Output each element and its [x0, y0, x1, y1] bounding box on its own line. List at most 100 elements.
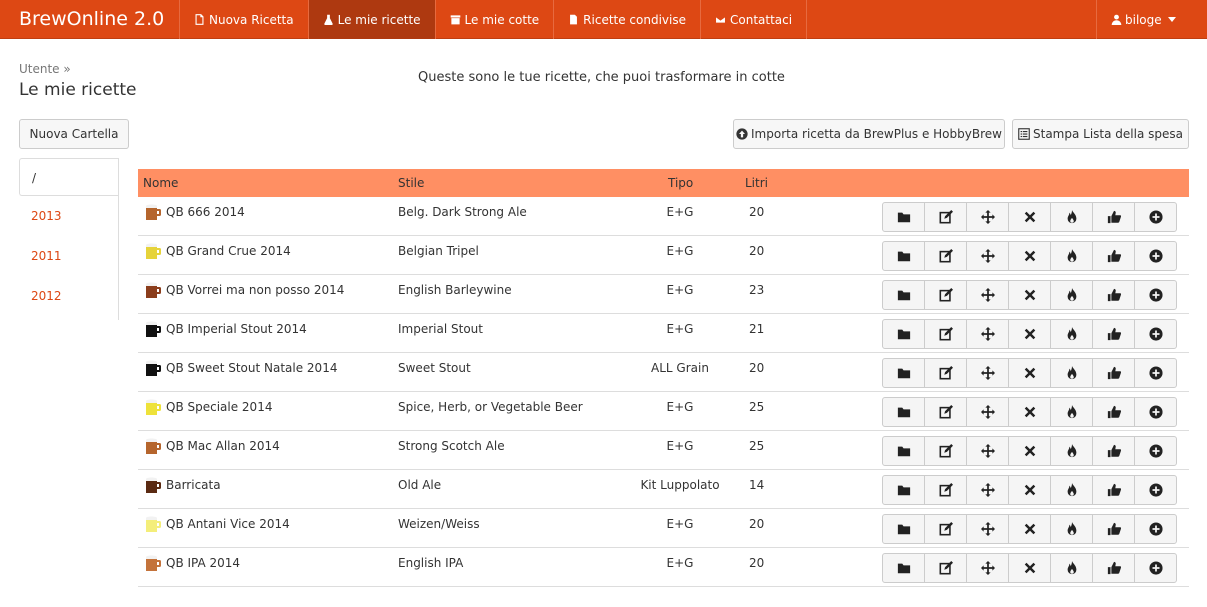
row-action-move-button[interactable] — [966, 319, 1009, 349]
new-folder-button[interactable]: Nuova Cartella — [19, 119, 129, 149]
row-action-edit-button[interactable] — [924, 553, 967, 583]
row-action-folder-button[interactable] — [882, 436, 925, 466]
row-action-delete-button[interactable] — [1008, 241, 1051, 271]
row-action-delete-button[interactable] — [1008, 280, 1051, 310]
row-action-fire-button[interactable] — [1050, 241, 1093, 271]
recipe-name-cell[interactable]: QB Antani Vice 2014 — [144, 515, 290, 533]
row-action-delete-button[interactable] — [1008, 436, 1051, 466]
breadcrumb[interactable]: Utente » — [19, 62, 71, 76]
recipe-name-cell[interactable]: QB Sweet Stout Natale 2014 — [144, 359, 337, 377]
row-action-folder-button[interactable] — [882, 241, 925, 271]
row-action-move-button[interactable] — [966, 553, 1009, 583]
row-action-edit-button[interactable] — [924, 280, 967, 310]
row-action-folder-button[interactable] — [882, 475, 925, 505]
nav-item-nuova-ricetta[interactable]: Nuova Ricetta — [179, 0, 308, 39]
recipe-name-cell[interactable]: QB Imperial Stout 2014 — [144, 320, 307, 338]
row-action-delete-button[interactable] — [1008, 358, 1051, 388]
print-shopping-list-button[interactable]: Stampa Lista della spesa — [1012, 119, 1189, 149]
brand-logo[interactable]: BrewOnline 2.0 — [19, 0, 164, 39]
recipe-name-cell[interactable]: QB 666 2014 — [144, 203, 245, 221]
row-action-thumbs-up-button[interactable] — [1092, 475, 1135, 505]
row-action-plus-circle-button[interactable] — [1134, 358, 1177, 388]
row-action-edit-button[interactable] — [924, 475, 967, 505]
row-action-edit-button[interactable] — [924, 514, 967, 544]
folder-item-2011[interactable]: 2011 — [19, 236, 118, 276]
user-menu[interactable]: biloge — [1096, 0, 1207, 39]
row-action-fire-button[interactable] — [1050, 475, 1093, 505]
row-action-thumbs-up-button[interactable] — [1092, 553, 1135, 583]
row-action-thumbs-up-button[interactable] — [1092, 280, 1135, 310]
header-liters[interactable]: Litri — [745, 176, 768, 190]
row-action-folder-button[interactable] — [882, 202, 925, 232]
row-action-move-button[interactable] — [966, 280, 1009, 310]
row-action-fire-button[interactable] — [1050, 514, 1093, 544]
row-action-thumbs-up-button[interactable] — [1092, 514, 1135, 544]
row-action-fire-button[interactable] — [1050, 280, 1093, 310]
row-action-fire-button[interactable] — [1050, 553, 1093, 583]
row-action-fire-button[interactable] — [1050, 319, 1093, 349]
recipe-name: QB Grand Crue 2014 — [166, 244, 291, 258]
row-action-delete-button[interactable] — [1008, 553, 1051, 583]
row-action-folder-button[interactable] — [882, 319, 925, 349]
row-action-edit-button[interactable] — [924, 397, 967, 427]
folder-item-2013[interactable]: 2013 — [19, 196, 118, 236]
row-action-plus-circle-button[interactable] — [1134, 397, 1177, 427]
row-action-thumbs-up-button[interactable] — [1092, 202, 1135, 232]
row-action-edit-button[interactable] — [924, 319, 967, 349]
row-action-folder-button[interactable] — [882, 358, 925, 388]
recipe-name-cell[interactable]: QB Mac Allan 2014 — [144, 437, 280, 455]
recipe-name-cell[interactable]: Barricata — [144, 476, 221, 494]
nav-item-le-mie-cotte[interactable]: Le mie cotte — [434, 0, 554, 39]
nav-item-contattaci[interactable]: Contattaci — [700, 0, 808, 39]
row-action-thumbs-up-button[interactable] — [1092, 241, 1135, 271]
row-action-plus-circle-button[interactable] — [1134, 280, 1177, 310]
row-action-fire-button[interactable] — [1050, 397, 1093, 427]
recipe-name-cell[interactable]: QB Speciale 2014 — [144, 398, 272, 416]
header-type[interactable]: Tipo — [668, 176, 693, 190]
row-action-plus-circle-button[interactable] — [1134, 241, 1177, 271]
folder-root[interactable]: / — [19, 158, 118, 196]
row-action-edit-button[interactable] — [924, 358, 967, 388]
header-name[interactable]: Nome — [143, 176, 178, 190]
row-action-move-button[interactable] — [966, 436, 1009, 466]
row-action-fire-button[interactable] — [1050, 202, 1093, 232]
header-style[interactable]: Stile — [398, 176, 424, 190]
row-action-thumbs-up-button[interactable] — [1092, 436, 1135, 466]
row-action-move-button[interactable] — [966, 397, 1009, 427]
row-action-folder-button[interactable] — [882, 280, 925, 310]
row-action-edit-button[interactable] — [924, 202, 967, 232]
import-recipe-button[interactable]: Importa ricetta da BrewPlus e HobbyBrew — [733, 119, 1005, 149]
row-action-plus-circle-button[interactable] — [1134, 319, 1177, 349]
row-action-delete-button[interactable] — [1008, 319, 1051, 349]
row-action-plus-circle-button[interactable] — [1134, 514, 1177, 544]
row-action-fire-button[interactable] — [1050, 436, 1093, 466]
nav-item-le-mie-ricette[interactable]: Le mie ricette — [307, 0, 435, 39]
row-action-thumbs-up-button[interactable] — [1092, 358, 1135, 388]
row-action-move-button[interactable] — [966, 241, 1009, 271]
nav-item-ricette-condivise[interactable]: Ricette condivise — [553, 0, 700, 39]
row-action-folder-button[interactable] — [882, 514, 925, 544]
row-action-delete-button[interactable] — [1008, 202, 1051, 232]
row-action-edit-button[interactable] — [924, 436, 967, 466]
row-action-move-button[interactable] — [966, 514, 1009, 544]
row-action-plus-circle-button[interactable] — [1134, 436, 1177, 466]
recipe-name-cell[interactable]: QB Grand Crue 2014 — [144, 242, 291, 260]
row-action-thumbs-up-button[interactable] — [1092, 319, 1135, 349]
row-action-plus-circle-button[interactable] — [1134, 553, 1177, 583]
row-action-move-button[interactable] — [966, 475, 1009, 505]
folder-item-2012[interactable]: 2012 — [19, 276, 118, 316]
recipe-name-cell[interactable]: QB IPA 2014 — [144, 554, 240, 572]
row-action-delete-button[interactable] — [1008, 475, 1051, 505]
row-action-move-button[interactable] — [966, 202, 1009, 232]
row-action-move-button[interactable] — [966, 358, 1009, 388]
row-action-delete-button[interactable] — [1008, 397, 1051, 427]
row-action-plus-circle-button[interactable] — [1134, 475, 1177, 505]
row-action-delete-button[interactable] — [1008, 514, 1051, 544]
recipe-name-cell[interactable]: QB Vorrei ma non posso 2014 — [144, 281, 344, 299]
row-action-plus-circle-button[interactable] — [1134, 202, 1177, 232]
row-action-folder-button[interactable] — [882, 397, 925, 427]
row-action-thumbs-up-button[interactable] — [1092, 397, 1135, 427]
row-action-edit-button[interactable] — [924, 241, 967, 271]
row-action-folder-button[interactable] — [882, 553, 925, 583]
row-action-fire-button[interactable] — [1050, 358, 1093, 388]
